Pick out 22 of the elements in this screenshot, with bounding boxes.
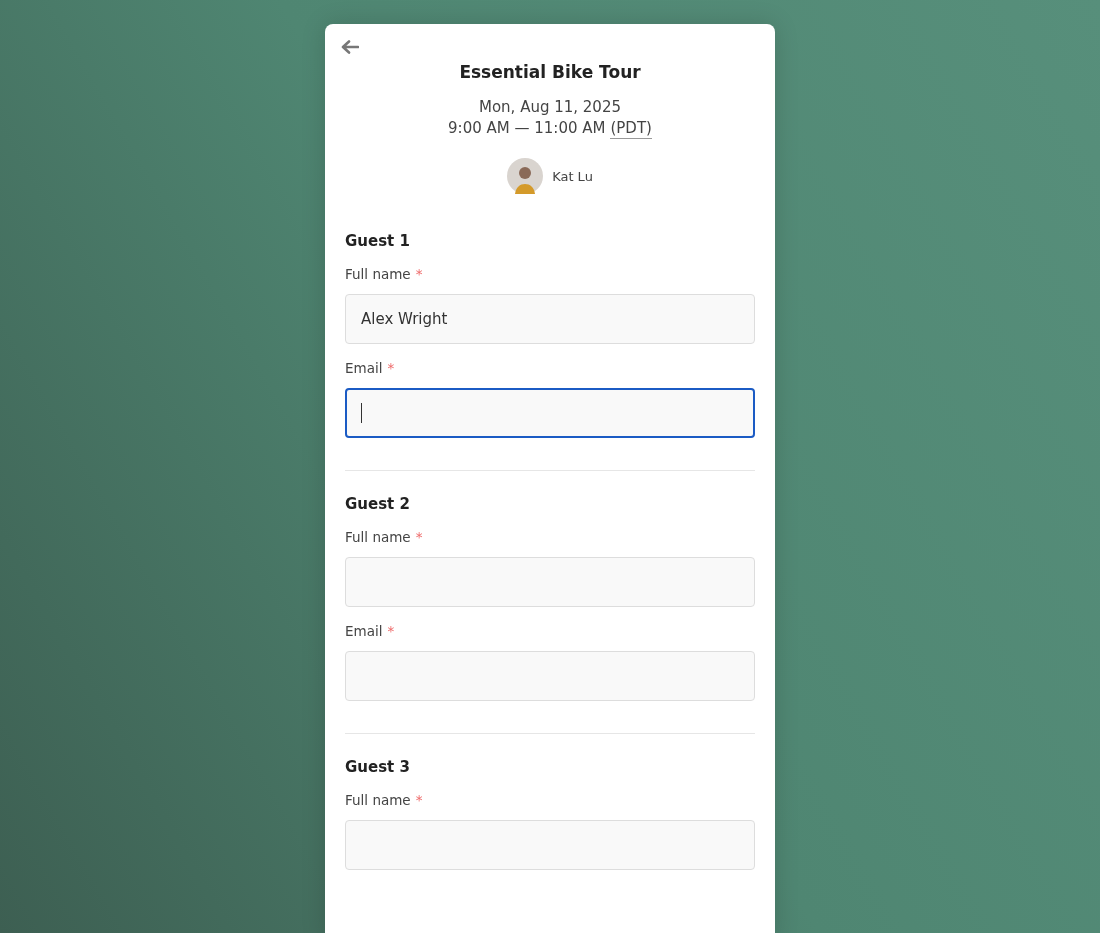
guest-heading: Guest 2 <box>345 495 411 513</box>
event-time: 9:00 AM — 11:00 AM <box>448 119 606 139</box>
required-mark: * <box>415 266 423 282</box>
host-name: Kat Lu <box>552 168 593 184</box>
field-label: Email <box>345 360 383 376</box>
guest-heading: Guest 1 <box>345 232 411 250</box>
guest-heading: Guest 3 <box>345 758 411 776</box>
input-field[interactable]: Alex Wright <box>345 294 755 344</box>
field-label: Full name <box>345 529 411 545</box>
event-date: Mon, Aug 11, 2025 <box>478 98 622 116</box>
field-label: Full name <box>345 792 411 808</box>
input-field[interactable] <box>345 388 755 438</box>
required-mark: * <box>387 360 395 376</box>
back-arrow-icon[interactable] <box>341 40 359 54</box>
timezone-link[interactable]: (PDT) <box>610 119 652 139</box>
field-label: Full name <box>345 266 411 282</box>
event-title: Essential Bike Tour <box>458 62 642 82</box>
required-mark: * <box>387 623 395 639</box>
required-mark: * <box>415 792 423 808</box>
required-mark: * <box>415 529 423 545</box>
field-label: Email <box>345 623 383 639</box>
avatar-icon <box>507 158 544 194</box>
